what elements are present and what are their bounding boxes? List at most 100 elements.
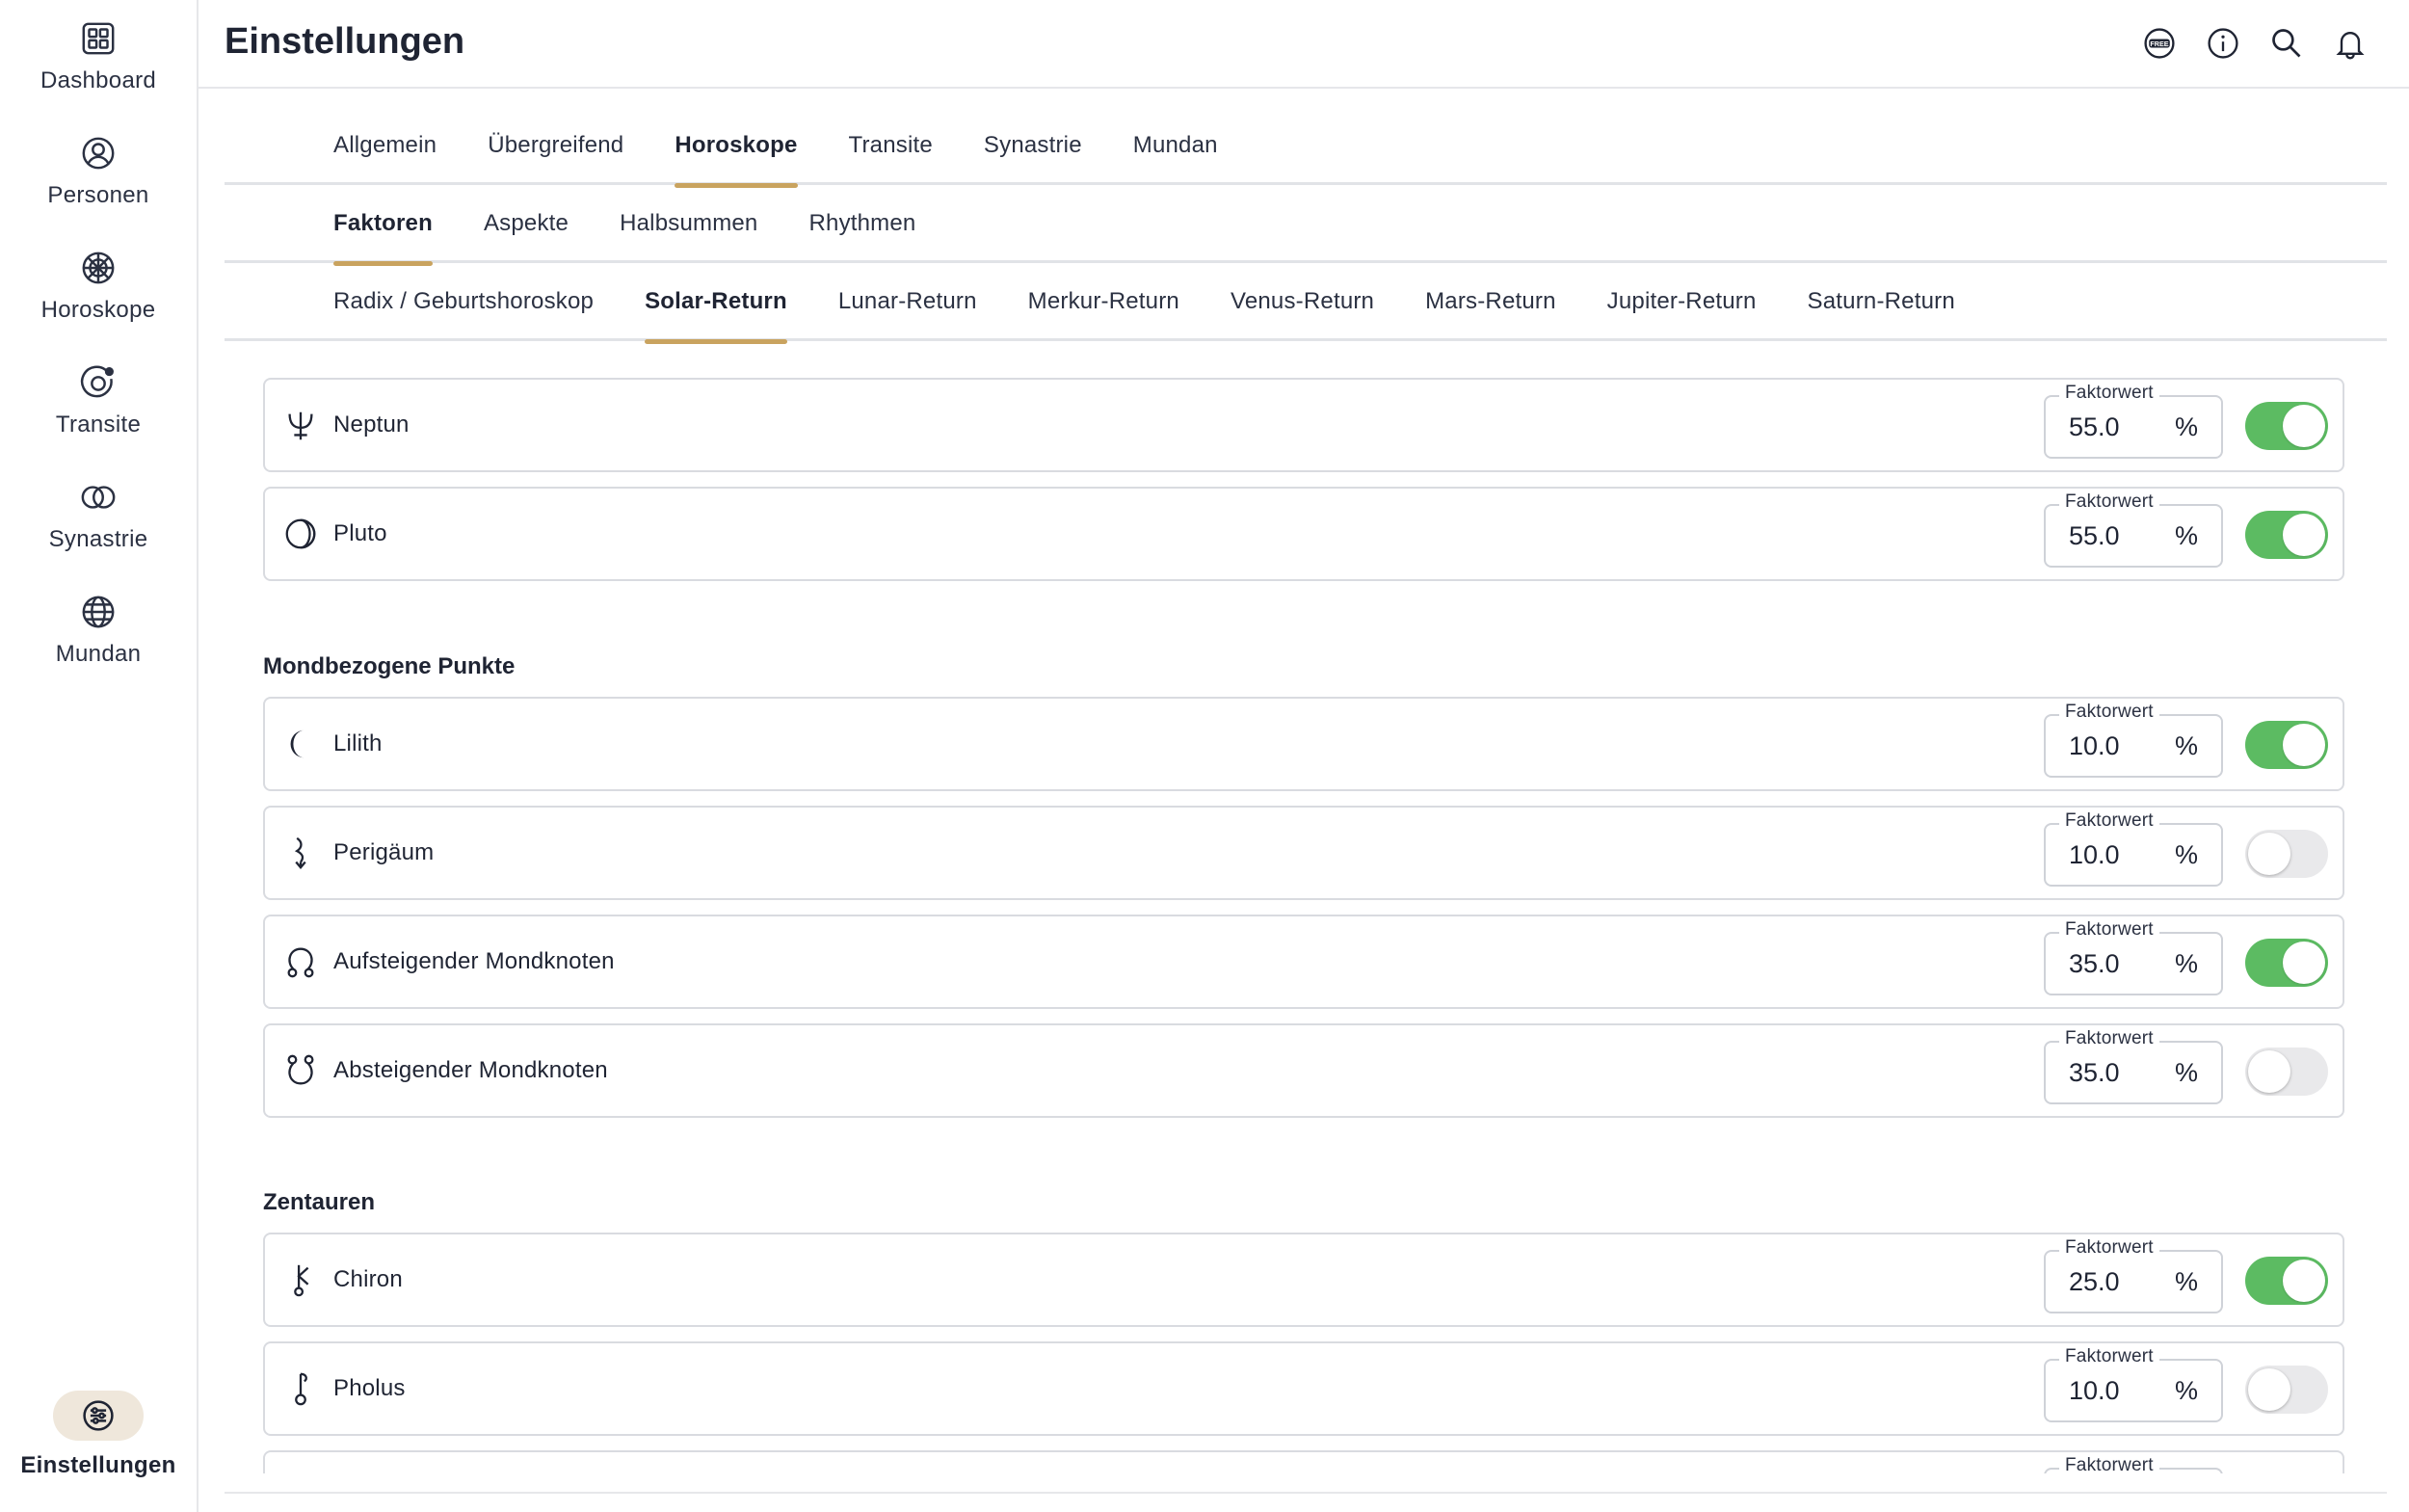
tab-merkur-return[interactable]: Merkur-Return [1028,262,1179,341]
factor-value-field[interactable]: Faktorwert 55.0 % [2044,383,2223,459]
percent-unit: % [2174,839,2198,869]
bell-icon[interactable] [2332,23,2369,64]
tab-uebergreifend[interactable]: Übergreifend [488,106,623,185]
factor-label: Pholus [333,1375,406,1401]
perigee-glyph-icon [280,833,321,873]
sidebar-item-horoskope[interactable]: Horoskope [0,249,197,324]
factor-value-field[interactable]: Faktorwert 10.0 % [2044,810,2223,887]
factor-value[interactable]: 55.0 [2069,397,2120,457]
factor-row-neptun: Neptun Faktorwert 55.0 % [263,378,2344,472]
tab-saturn-return[interactable]: Saturn-Return [1808,262,1955,341]
toggle-knob [2283,724,2325,766]
factor-value[interactable]: 35.0 [2069,1043,2120,1102]
header-actions: FREE [2141,23,2369,64]
tab-allgemein[interactable]: Allgemein [333,106,437,185]
factor-row-perigaeum: Perigäum Faktorwert 10.0 % [263,806,2344,900]
factor-value-field[interactable]: Faktorwert 10.0 % [2044,1346,2223,1422]
secondary-tabbar: Faktoren Aspekte Halbsummen Rhythmen [225,184,2387,266]
factor-value[interactable]: 25.0 [2069,1252,2120,1312]
factor-value-field[interactable]: Faktorwert 35.0 % [2044,919,2223,995]
tab-mars-return[interactable]: Mars-Return [1425,262,1556,341]
toggle-knob [2248,1368,2290,1411]
factor-row-pholus: Pholus Faktorwert 10.0 % [263,1341,2344,1436]
factor-value[interactable]: 35.0 [2069,934,2120,994]
toggle-knob [2283,942,2325,984]
factor-toggle[interactable] [2245,511,2328,559]
tab-synastrie[interactable]: Synastrie [984,106,1082,185]
lilith-crescent-icon [280,724,321,764]
section-heading-centaurs: Zentauren [263,1189,376,1215]
globe-icon [79,593,118,631]
tab-mundan[interactable]: Mundan [1133,106,1218,185]
factor-row-north-node: Aufsteigender Mondknoten Faktorwert 35.0… [263,915,2344,1009]
factor-value-field[interactable]: Faktorwert 55.0 % [2044,491,2223,568]
settings-pill [53,1391,144,1441]
toggle-knob [2283,405,2325,447]
factor-value[interactable]: 10.0 [2069,716,2120,776]
toggle-knob [2248,833,2290,875]
sidebar-item-label: Transite [55,411,142,438]
tab-transite[interactable]: Transite [849,106,933,185]
factor-settings-list: Neptun Faktorwert 55.0 % Pluto Faktorwer… [225,349,2387,1473]
percent-unit: % [2174,1375,2198,1405]
factor-value[interactable]: 10.0 [2069,1361,2120,1420]
tab-aspekte[interactable]: Aspekte [484,184,569,263]
top-header: Einstellungen FREE [199,0,2409,89]
sidebar-item-mundan[interactable]: Mundan [0,593,197,668]
factor-value[interactable]: 55.0 [2069,506,2120,566]
neptune-glyph-icon [280,405,321,445]
percent-unit: % [2174,948,2198,978]
factor-toggle[interactable] [2245,721,2328,769]
factor-toggle[interactable] [2245,830,2328,878]
sidebar-item-dashboard[interactable]: Dashboard [0,19,197,94]
factor-toggle[interactable] [2245,1048,2328,1096]
tab-lunar-return[interactable]: Lunar-Return [838,262,977,341]
factor-toggle[interactable] [2245,1366,2328,1414]
free-badge-icon[interactable]: FREE [2141,23,2178,64]
factor-value-field[interactable]: Faktorwert [2044,1455,2223,1473]
factor-toggle[interactable] [2245,939,2328,987]
tab-radix[interactable]: Radix / Geburtshoroskop [333,262,594,341]
factor-label: Perigäum [333,839,435,865]
sidebar-item-label: Personen [47,182,149,208]
sidebar-item-label: Dashboard [40,67,157,93]
factor-label: Chiron [333,1266,403,1292]
tab-solar-return[interactable]: Solar-Return [645,262,787,344]
percent-unit: % [2174,411,2198,441]
percent-unit: % [2174,730,2198,760]
factor-label: Absteigender Mondknoten [333,1057,608,1083]
tab-venus-return[interactable]: Venus-Return [1231,262,1374,341]
sidebar-item-label: Einstellungen [20,1452,176,1478]
dashboard-icon [79,19,118,58]
info-icon[interactable] [2205,23,2241,64]
factor-label: Pluto [333,520,387,546]
south-node-icon [280,1050,321,1091]
sidebar-item-transite[interactable]: Transite [0,363,197,438]
factor-value-field[interactable]: Faktorwert 25.0 % [2044,1237,2223,1313]
percent-unit: % [2174,1266,2198,1296]
toggle-knob [2283,1260,2325,1302]
sidebar-item-einstellungen[interactable]: Einstellungen [0,1391,197,1479]
sidebar-item-synastrie[interactable]: Synastrie [0,478,197,553]
tab-jupiter-return[interactable]: Jupiter-Return [1607,262,1757,341]
tab-horoskope[interactable]: Horoskope [675,106,798,188]
factor-toggle[interactable] [2245,402,2328,450]
factor-row-pluto: Pluto Faktorwert 55.0 % [263,487,2344,581]
sidebar-item-personen[interactable]: Personen [0,134,197,209]
percent-unit: % [2174,520,2198,550]
factor-label: Aufsteigender Mondknoten [333,948,615,974]
person-icon [79,134,118,172]
tab-faktoren[interactable]: Faktoren [333,184,433,266]
percent-unit: % [2174,1057,2198,1087]
factor-value-field[interactable]: Faktorwert 10.0 % [2044,702,2223,778]
tab-rhythmen[interactable]: Rhythmen [808,184,915,263]
factor-row-lilith: Lilith Faktorwert 10.0 % [263,697,2344,791]
search-icon[interactable] [2268,23,2305,64]
factor-row-chiron: Chiron Faktorwert 25.0 % [263,1233,2344,1327]
factor-value-field[interactable]: Faktorwert 35.0 % [2044,1028,2223,1104]
tab-halbsummen[interactable]: Halbsummen [620,184,757,263]
factor-toggle[interactable] [2245,1257,2328,1305]
north-node-icon [280,942,321,982]
factor-label: Lilith [333,730,383,756]
factor-value[interactable]: 10.0 [2069,825,2120,885]
